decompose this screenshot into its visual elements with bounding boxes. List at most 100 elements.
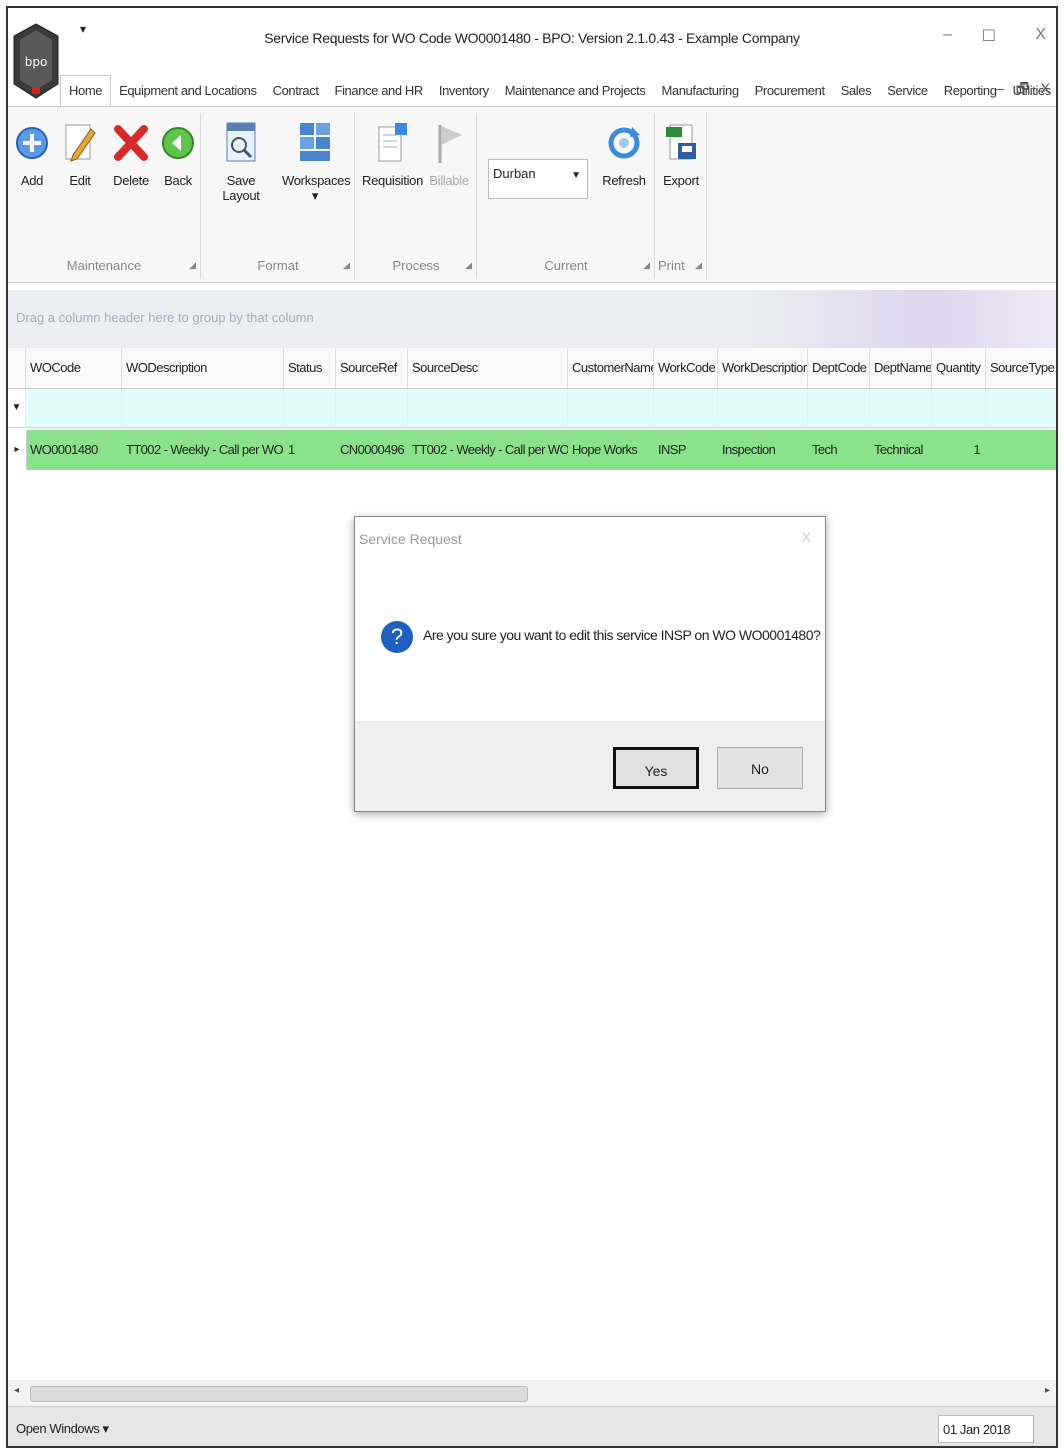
mdi-controls: – 🗗 X bbox=[996, 78, 1050, 102]
tab-service[interactable]: Service bbox=[879, 76, 936, 106]
row-indicator-icon: ▸ bbox=[8, 430, 27, 470]
tab-sales[interactable]: Sales bbox=[833, 76, 880, 106]
tab-equipment-and-locations[interactable]: Equipment and Locations bbox=[111, 76, 265, 106]
cell-sourceref[interactable]: CN0000496 bbox=[336, 430, 408, 470]
filter-cell-workcode[interactable] bbox=[654, 389, 718, 427]
refresh-icon bbox=[604, 119, 644, 167]
column-header-sourcetype[interactable]: SourceType bbox=[986, 348, 1056, 388]
close-button[interactable]: X bbox=[1035, 26, 1046, 44]
filter-cell-sourcedesc[interactable] bbox=[408, 389, 568, 427]
cell-deptname[interactable]: Technical bbox=[870, 430, 932, 470]
group-launcher-icon[interactable]: ◢ bbox=[189, 260, 196, 271]
dialog-button-bar: Yes No bbox=[355, 721, 825, 811]
service-request-dialog: Service Request X ? Are you sure you wan… bbox=[354, 516, 826, 812]
ribbon-group-maintenance: Add Edit Delete Back Maintenance ◢ bbox=[8, 113, 201, 279]
filter-cell-sourceref[interactable] bbox=[336, 389, 408, 427]
filter-cell-deptname[interactable] bbox=[870, 389, 932, 427]
maintenance-group-label: Maintenance bbox=[66, 258, 142, 273]
billable-label: Billable bbox=[429, 173, 469, 188]
tab-home[interactable]: Home bbox=[60, 75, 112, 106]
cell-sourcedesc[interactable]: TT002 - Weekly - Call per WO bbox=[408, 430, 568, 470]
column-header-quantity[interactable]: Quantity bbox=[932, 348, 986, 388]
group-launcher-icon[interactable]: ◢ bbox=[465, 260, 472, 271]
mdi-minimize-button[interactable]: – bbox=[996, 80, 1004, 96]
auto-filter-row: ▼ bbox=[8, 389, 1056, 428]
dialog-close-button[interactable]: X bbox=[802, 529, 811, 545]
tab-procurement[interactable]: Procurement bbox=[747, 76, 833, 106]
maximize-button[interactable]: ☐ bbox=[982, 26, 996, 46]
billable-button[interactable]: Billable bbox=[426, 119, 472, 188]
group-launcher-icon[interactable]: ◢ bbox=[695, 260, 702, 271]
tab-manufacturing[interactable]: Manufacturing bbox=[653, 76, 746, 106]
tab-maintenance-and-projects[interactable]: Maintenance and Projects bbox=[497, 76, 654, 106]
open-windows-button[interactable]: Open Windows ▾ bbox=[16, 1421, 109, 1437]
add-button[interactable]: Add bbox=[12, 119, 52, 188]
column-header-wocode[interactable]: WOCode bbox=[26, 348, 122, 388]
cell-wodescription[interactable]: TT002 - Weekly - Call per WO bbox=[122, 430, 284, 470]
cell-customername[interactable]: Hope Works bbox=[568, 430, 654, 470]
filter-cell-wodescription[interactable] bbox=[122, 389, 284, 427]
column-header-status[interactable]: Status bbox=[284, 348, 336, 388]
workspaces-button[interactable]: Workspaces ▾ bbox=[282, 119, 351, 204]
group-by-hint: Drag a column header here to group by th… bbox=[16, 310, 314, 325]
app-window: bpo ▾ Service Requests for WO Code WO000… bbox=[6, 6, 1058, 1448]
column-header-workdescription[interactable]: WorkDescription bbox=[718, 348, 808, 388]
delete-button[interactable]: Delete bbox=[106, 119, 156, 188]
column-header-wodescription[interactable]: WODescription bbox=[122, 348, 284, 388]
filter-cell-customername[interactable] bbox=[568, 389, 654, 427]
back-button[interactable]: Back bbox=[158, 119, 198, 188]
column-header-sourcedesc[interactable]: SourceDesc bbox=[408, 348, 568, 388]
filter-cell-sourcetype[interactable] bbox=[986, 389, 1056, 427]
requisition-button[interactable]: Requisition bbox=[362, 119, 424, 188]
group-launcher-icon[interactable]: ◢ bbox=[343, 260, 350, 271]
cell-quantity[interactable]: 1 bbox=[932, 430, 986, 470]
workspaces-icon bbox=[295, 119, 335, 167]
refresh-button[interactable]: Refresh bbox=[598, 119, 650, 188]
filter-cell-workdescription[interactable] bbox=[718, 389, 808, 427]
column-header-deptname[interactable]: DeptName bbox=[870, 348, 932, 388]
column-header-customername[interactable]: CustomerName bbox=[568, 348, 654, 388]
chevron-down-icon: ▼ bbox=[571, 170, 581, 181]
cell-sourcetype[interactable] bbox=[986, 430, 1056, 470]
edit-button[interactable]: Edit bbox=[60, 119, 100, 188]
scroll-right-icon[interactable]: ▸ bbox=[1045, 1385, 1050, 1396]
cell-workdescription[interactable]: Inspection bbox=[718, 430, 808, 470]
filter-cell-deptcode[interactable] bbox=[808, 389, 870, 427]
grid-header: WOCode WODescription Status SourceRef So… bbox=[8, 348, 1056, 389]
filter-cell-wocode[interactable] bbox=[26, 389, 122, 427]
export-icon bbox=[661, 119, 701, 167]
minimize-button[interactable]: – bbox=[943, 26, 952, 44]
tab-inventory[interactable]: Inventory bbox=[431, 76, 497, 106]
cell-workcode[interactable]: INSP bbox=[654, 430, 718, 470]
requisition-label: Requisition bbox=[362, 173, 424, 188]
filter-cell-quantity[interactable] bbox=[932, 389, 986, 427]
mdi-close-button[interactable]: X bbox=[1041, 80, 1050, 96]
export-button[interactable]: Export bbox=[658, 119, 704, 188]
tab-contract[interactable]: Contract bbox=[265, 76, 327, 106]
ribbon: Add Edit Delete Back Maintenance ◢ Save … bbox=[8, 106, 1056, 283]
filter-cell-status[interactable] bbox=[284, 389, 336, 427]
scroll-left-icon[interactable]: ◂ bbox=[14, 1385, 19, 1396]
scrollbar-thumb[interactable] bbox=[30, 1386, 528, 1402]
no-button[interactable]: No bbox=[717, 747, 803, 789]
edit-icon bbox=[60, 119, 100, 167]
cell-status[interactable]: 1 bbox=[284, 430, 336, 470]
ribbon-tabs: Home Equipment and Locations Contract Fi… bbox=[60, 72, 1056, 106]
yes-button[interactable]: Yes bbox=[613, 747, 699, 789]
site-select-value: Durban bbox=[493, 166, 536, 181]
group-by-panel[interactable]: Drag a column header here to group by th… bbox=[8, 290, 1056, 348]
group-launcher-icon[interactable]: ◢ bbox=[643, 260, 650, 271]
site-select[interactable]: Durban ▼ bbox=[488, 159, 588, 199]
cell-deptcode[interactable]: Tech bbox=[808, 430, 870, 470]
column-header-sourceref[interactable]: SourceRef bbox=[336, 348, 408, 388]
column-header-deptcode[interactable]: DeptCode bbox=[808, 348, 870, 388]
save-layout-button[interactable]: Save Layout bbox=[208, 119, 274, 203]
mdi-restore-button[interactable]: 🗗 bbox=[1016, 80, 1029, 96]
date-field[interactable]: 01 Jan 2018 bbox=[938, 1415, 1034, 1443]
cell-wocode[interactable]: WO0001480 bbox=[26, 430, 122, 470]
tab-finance-and-hr[interactable]: Finance and HR bbox=[327, 76, 431, 106]
table-row[interactable]: ▸ WO0001480 TT002 - Weekly - Call per WO… bbox=[8, 430, 1056, 470]
tab-reporting[interactable]: Reporting bbox=[936, 76, 1005, 106]
horizontal-scrollbar[interactable]: ◂ ▸ bbox=[8, 1380, 1056, 1406]
column-header-workcode[interactable]: WorkCode bbox=[654, 348, 718, 388]
